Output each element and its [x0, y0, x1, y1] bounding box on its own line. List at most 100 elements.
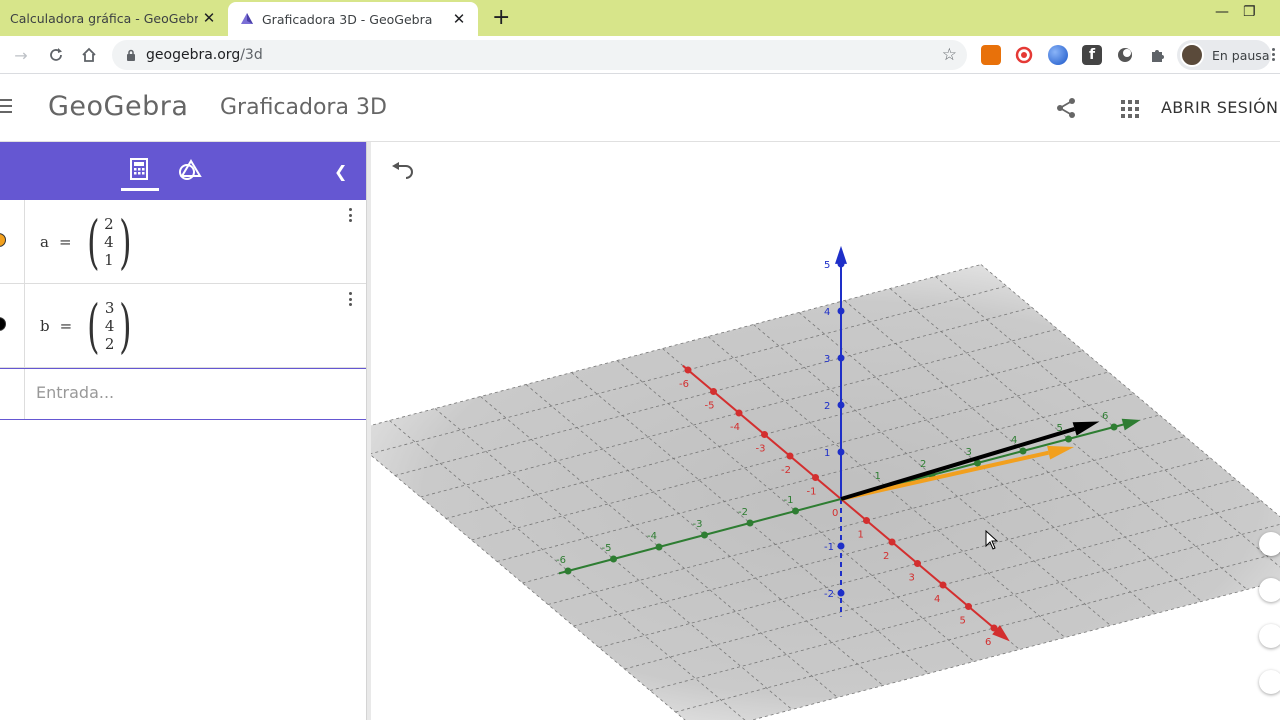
vector-component: 3 [104, 299, 115, 317]
x-tick-label: 1 [858, 530, 864, 541]
y-tick-label: 2 [920, 459, 926, 470]
app-title: Graficadora 3D [220, 95, 387, 120]
z-tick-label: 1 [824, 448, 830, 459]
vector-component: 4 [104, 317, 115, 335]
share-icon[interactable] [1055, 97, 1077, 119]
url-text: geogebra.org/3d [146, 47, 263, 63]
vector-expression[interactable]: a = ( 2 4 1 ) [40, 213, 136, 271]
puzzle-extensions-icon[interactable] [1148, 45, 1168, 65]
algebra-input-row[interactable]: Entrada... [0, 368, 366, 420]
profile-label: En pausa [1212, 47, 1270, 63]
apps-grid-icon[interactable] [1121, 100, 1139, 118]
z-tick-label: 2 [824, 401, 830, 412]
x-tick-label: -4 [730, 422, 740, 433]
y-tick-label: 3 [966, 447, 972, 458]
z-tick-label: 3 [824, 354, 830, 365]
item-menu-icon[interactable] [345, 292, 355, 309]
xy-plane [371, 264, 1280, 720]
x-tick-point [761, 431, 768, 438]
x-tick-label: -1 [807, 487, 817, 498]
vector-component: 4 [104, 233, 114, 251]
x-tick-label: -3 [756, 444, 766, 455]
input-marker-column [0, 369, 25, 419]
x-tick-label: 3 [909, 573, 915, 584]
y-tick-point [655, 543, 663, 551]
extension-icon[interactable] [1048, 45, 1068, 65]
x-tick-label: 5 [960, 616, 966, 627]
address-bar[interactable]: geogebra.org/3d ☆ [112, 40, 967, 70]
z-tick-point [837, 260, 845, 268]
z-tick-point [837, 589, 845, 597]
z-tick-point [837, 354, 845, 362]
x-tick-point [863, 517, 870, 524]
graphics-3d-view[interactable]: -6 -5 -4 -3 -2 -1 0 1 2 3 4 5 6 -6 -5 -4 -3 -2 -1 1 2 3 4 5 6 -2 -… [371, 142, 1280, 720]
tab-title: Graficadora 3D - GeoGebra [262, 11, 433, 27]
algebra-toolbar: ❮ [0, 142, 366, 200]
geogebra-logo[interactable]: GeoGebra [48, 91, 188, 122]
x-tick-point [786, 452, 794, 460]
z-tick-label: -1 [824, 542, 834, 553]
extension-icon[interactable] [1014, 45, 1034, 65]
visibility-toggle-icon[interactable] [0, 317, 6, 331]
bookmark-star-icon[interactable]: ☆ [942, 45, 957, 65]
tab-graficadora-3d[interactable]: Graficadora 3D - GeoGebra ✕ [228, 2, 478, 36]
x-tick-point [888, 538, 896, 546]
y-tick-point [564, 567, 572, 575]
profile-button[interactable]: En pausa [1177, 40, 1271, 70]
collapse-panel-icon[interactable]: ❮ [334, 162, 347, 181]
x-tick-label: 4 [934, 594, 940, 605]
vector-component: 2 [104, 215, 114, 233]
home-icon[interactable] [78, 44, 100, 66]
y-tick-point [746, 519, 754, 527]
y-tick-label: -1 [784, 495, 794, 506]
calculator-tab-icon[interactable] [130, 158, 148, 180]
signin-button[interactable]: ABRIR SESIÓN [1161, 98, 1278, 117]
chrome-menu-icon[interactable] [1272, 48, 1275, 61]
x-tick-point [965, 603, 972, 610]
right-paren: ) [118, 208, 132, 276]
z-tick-label: 5 [824, 260, 830, 271]
visibility-toggle-icon[interactable] [0, 233, 6, 247]
x-tick-point [812, 474, 819, 481]
equals-sign: = [59, 317, 73, 335]
mouse-cursor-icon [985, 530, 999, 550]
x-tick-label: -5 [705, 401, 715, 412]
lock-icon [127, 49, 135, 61]
left-paren: ( [87, 292, 100, 360]
close-tab-icon[interactable]: ✕ [198, 9, 220, 27]
algebra-item-b[interactable]: b = ( 3 4 2 ) [0, 284, 366, 368]
facebook-icon[interactable]: f [1082, 45, 1102, 65]
close-tab-icon[interactable]: ✕ [448, 10, 470, 28]
zoom-out-button[interactable] [1259, 624, 1280, 648]
home-view-button[interactable] [1259, 532, 1280, 556]
restore-icon[interactable]: ❐ [1243, 4, 1256, 20]
tab-title: Calculadora gráfica - GeoGebra [10, 10, 198, 26]
vector-expression[interactable]: b = ( 3 4 2 ) [40, 297, 137, 355]
reload-icon[interactable] [45, 44, 67, 66]
new-tab-icon[interactable]: + [492, 7, 510, 29]
z-tick-label: 4 [824, 307, 830, 318]
zoom-in-button[interactable] [1259, 578, 1280, 602]
geogebra-header: GeoGebra Graficadora 3D ABRIR SESIÓN [0, 75, 1280, 142]
tab-calculadora[interactable]: Calculadora gráfica - GeoGebra ✕ [0, 0, 228, 36]
extension-icon[interactable] [1115, 45, 1135, 65]
browser-toolbar: → geogebra.org/3d ☆ f En pausa [0, 36, 1280, 74]
x-tick-label: -2 [781, 465, 791, 476]
algebra-input[interactable]: Entrada... [36, 383, 114, 402]
menu-icon[interactable] [0, 99, 12, 117]
left-paren: ( [86, 208, 100, 276]
3d-plot-canvas[interactable]: -6 -5 -4 -3 -2 -1 0 1 2 3 4 5 6 -6 -5 -4 -3 -2 -1 1 2 3 4 5 6 -2 -… [371, 142, 1280, 720]
item-menu-icon[interactable] [345, 208, 355, 225]
vector-component: 2 [104, 335, 115, 353]
z-tick-point [837, 401, 845, 409]
x-tick-point [735, 409, 743, 417]
active-tab-indicator [121, 188, 159, 191]
vector-name: a [40, 233, 49, 251]
x-tick-label: 2 [883, 551, 889, 562]
forward-icon[interactable]: → [10, 44, 32, 66]
fullscreen-button[interactable] [1259, 670, 1280, 694]
tools-tab-icon[interactable] [178, 158, 202, 182]
algebra-item-a[interactable]: a = ( 2 4 1 ) [0, 200, 366, 284]
minimize-icon[interactable]: — [1215, 4, 1229, 20]
extension-icon[interactable] [981, 45, 1001, 65]
